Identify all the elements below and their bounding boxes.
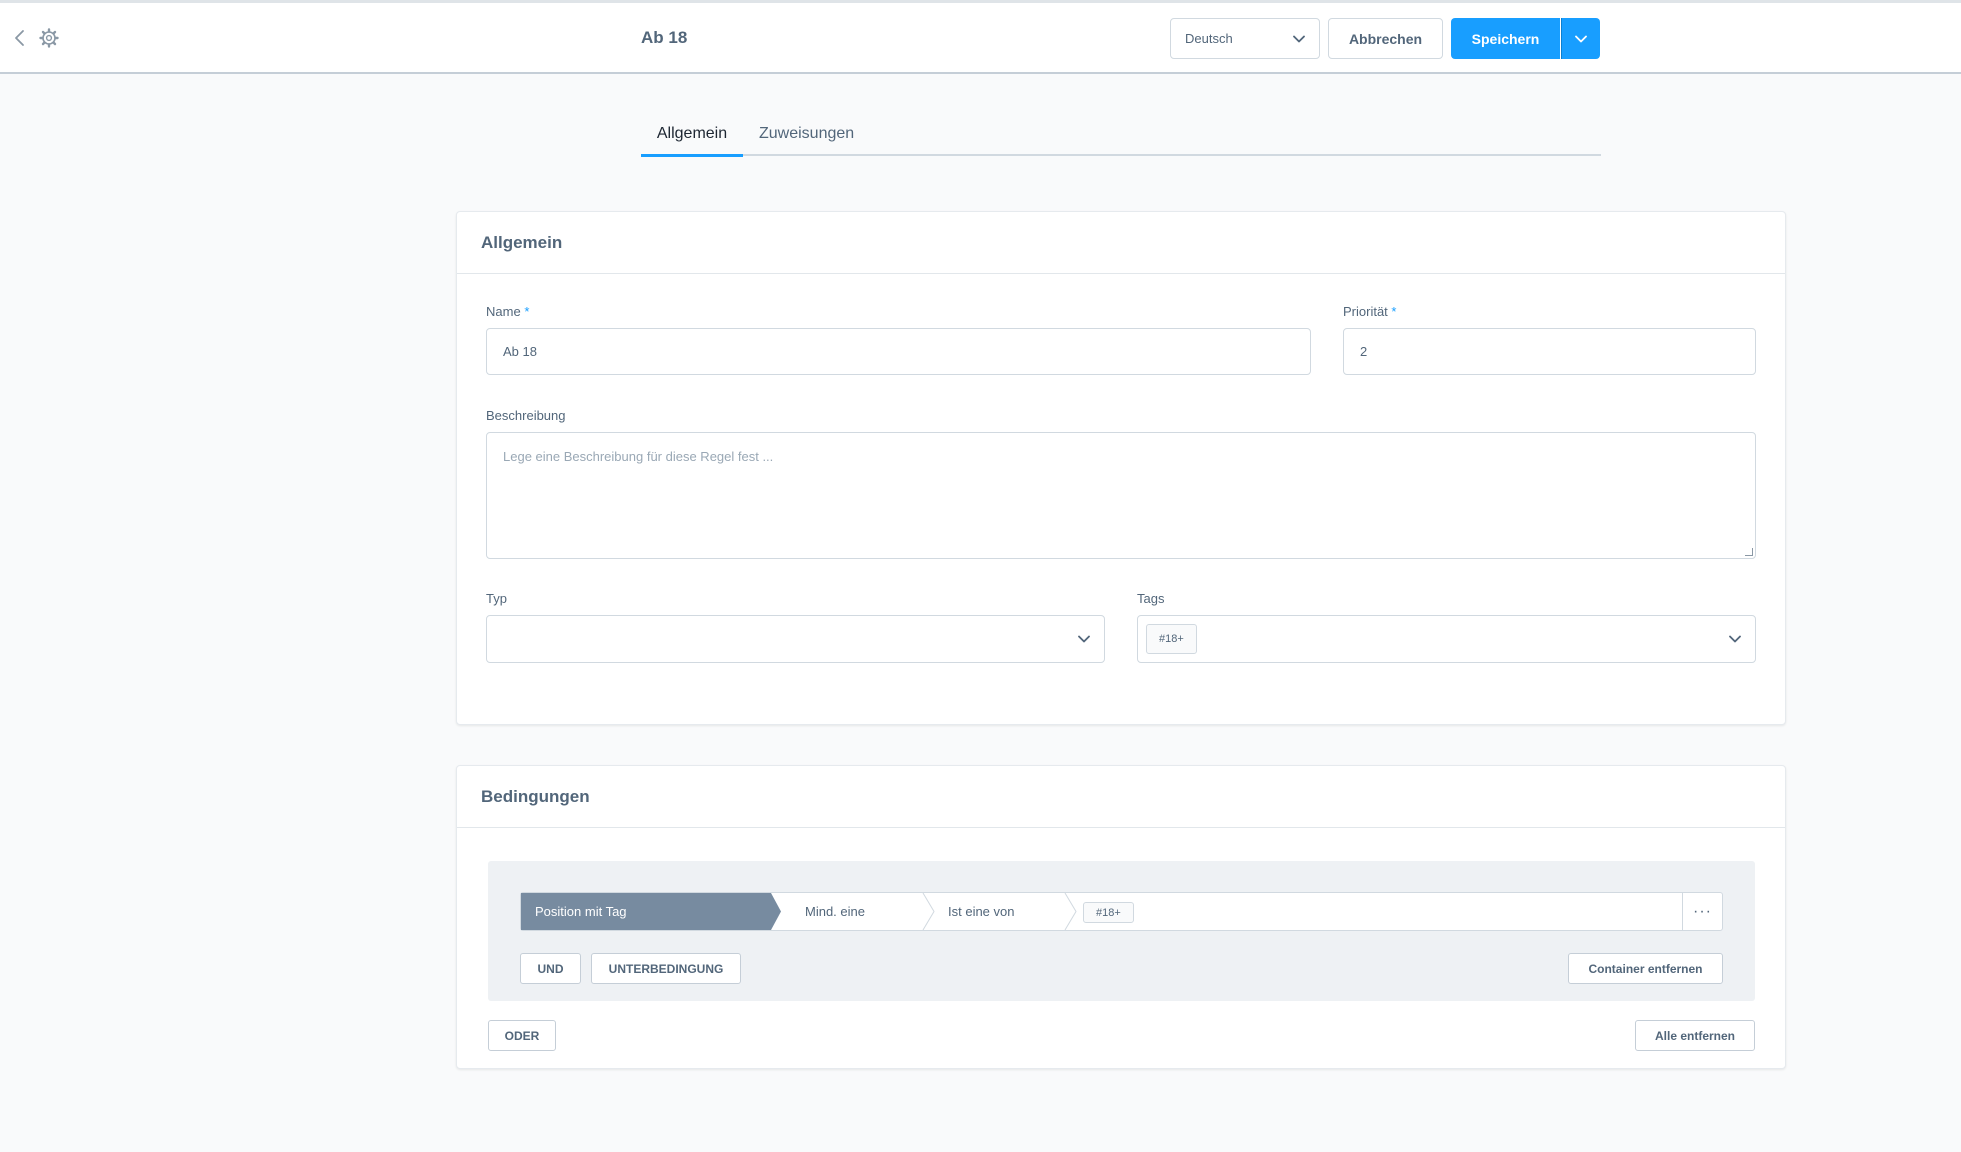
chevron-down-icon: [1078, 630, 1090, 648]
description-textarea[interactable]: Lege eine Beschreibung für diese Regel f…: [486, 432, 1756, 559]
tags-select[interactable]: #18+: [1137, 615, 1756, 663]
tab-general[interactable]: Allgemein: [641, 118, 743, 157]
chevron-down-icon: [1293, 31, 1305, 46]
conditions-card: Bedingungen Position mit Tag Mind. eine …: [456, 765, 1786, 1069]
chevron-down-icon: [1729, 630, 1741, 648]
tag-chip[interactable]: #18+: [1146, 624, 1197, 654]
general-card: Allgemein Name * Ab 18 Priorität * 2 Bes…: [456, 211, 1786, 725]
resize-handle-icon[interactable]: [1745, 548, 1753, 556]
segment-separator: [1064, 893, 1077, 930]
priority-input[interactable]: 2: [1343, 328, 1756, 375]
condition-container: Position mit Tag Mind. eine Ist eine von…: [488, 861, 1755, 1001]
priority-required-marker: *: [1391, 304, 1397, 319]
tags-label: Tags: [1137, 591, 1165, 606]
and-button[interactable]: UND: [520, 953, 581, 984]
tag-chip[interactable]: #18+: [1083, 902, 1134, 923]
cancel-button[interactable]: Abbrechen: [1328, 18, 1443, 59]
conditions-card-title: Bedingungen: [457, 766, 1785, 828]
chevron-down-icon: [1575, 30, 1587, 48]
gear-icon[interactable]: [38, 27, 60, 49]
top-bar: Ab 18 Deutsch Abbrechen Speichern: [0, 0, 1961, 74]
remove-container-button[interactable]: Container entfernen: [1568, 953, 1723, 984]
back-icon[interactable]: [10, 27, 30, 49]
subcondition-button[interactable]: UNTERBEDINGUNG: [591, 953, 741, 984]
type-label: Typ: [486, 591, 507, 606]
description-label: Beschreibung: [486, 408, 566, 423]
name-label-text: Name: [486, 304, 521, 319]
name-input[interactable]: Ab 18: [486, 328, 1311, 375]
language-select-value: Deutsch: [1185, 31, 1233, 46]
tab-assignments[interactable]: Zuweisungen: [759, 118, 854, 156]
priority-label: Priorität *: [1343, 304, 1396, 319]
language-select[interactable]: Deutsch: [1170, 18, 1320, 59]
condition-field-select[interactable]: Position mit Tag: [521, 893, 781, 930]
priority-label-text: Priorität: [1343, 304, 1388, 319]
segment-separator: [922, 893, 935, 930]
description-placeholder: Lege eine Beschreibung für diese Regel f…: [503, 449, 774, 464]
condition-row: Position mit Tag Mind. eine Ist eine von…: [520, 892, 1723, 931]
page-title: Ab 18: [641, 28, 688, 47]
save-options-toggle[interactable]: [1561, 18, 1600, 59]
name-required-marker: *: [524, 304, 530, 319]
tab-bar: Allgemein Zuweisungen: [641, 118, 1601, 157]
more-options-button[interactable]: ···: [1682, 893, 1722, 930]
or-button[interactable]: ODER: [488, 1020, 556, 1051]
save-button[interactable]: Speichern: [1451, 18, 1560, 59]
type-select[interactable]: [486, 615, 1105, 663]
condition-operator-select[interactable]: Ist eine von: [948, 893, 1078, 930]
general-card-title: Allgemein: [457, 212, 1785, 274]
remove-all-button[interactable]: Alle entfernen: [1635, 1020, 1755, 1051]
name-label: Name *: [486, 304, 529, 319]
condition-value-select[interactable]: #18+: [1083, 902, 1134, 923]
